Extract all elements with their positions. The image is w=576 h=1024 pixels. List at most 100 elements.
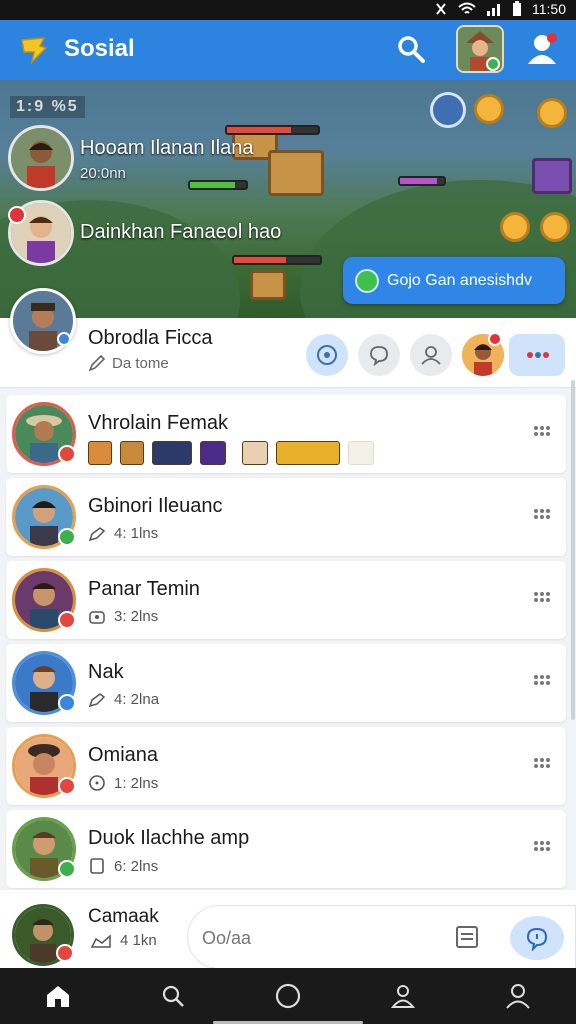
list-item[interactable]: Panar Temin 3: 2lns	[6, 561, 566, 639]
status-badge	[56, 944, 74, 962]
banner-friend-2-name: Dainkhan Fanaeol hao	[80, 221, 282, 243]
clock: 11:50	[532, 1, 566, 17]
device-icon	[90, 858, 104, 874]
more-dots-icon[interactable]	[532, 591, 552, 609]
status-badge	[58, 777, 76, 795]
friend-meta-text: 6: 2lns	[114, 857, 159, 875]
featured-friend-status: Da tome	[88, 354, 169, 372]
home-icon	[46, 986, 69, 1007]
status-bar: 11:50	[0, 0, 576, 20]
more-dots-icon[interactable]	[532, 674, 552, 692]
friend-meta-text: 4 1kn	[120, 932, 157, 949]
wifi-icon	[458, 2, 476, 14]
game-icon	[355, 268, 379, 293]
nav-friends[interactable]	[346, 968, 461, 1024]
more-dots-icon[interactable]	[532, 425, 552, 443]
featured-status-text: Da tome	[112, 354, 169, 372]
status-dot	[57, 332, 71, 346]
friend-name: Camaak	[88, 906, 159, 927]
nav-profile[interactable]	[461, 968, 576, 1024]
status-badge	[58, 611, 76, 629]
list-item[interactable]: Duok Ilachhe amp 6: 2lns	[6, 810, 566, 888]
status-badge	[58, 445, 76, 463]
nav-games[interactable]	[230, 968, 345, 1024]
message-input[interactable]	[202, 924, 432, 952]
friend-meta-text: 3: 2lns	[114, 608, 159, 625]
friend-meta-text: 4: 2lna	[114, 691, 160, 708]
app-header: Sosial	[0, 20, 576, 80]
document-icon[interactable]	[453, 923, 481, 951]
friend-meta: 4: 1lns	[88, 525, 158, 542]
status-badge	[58, 860, 76, 878]
more-dots-icon[interactable]	[532, 840, 552, 858]
game-thumb-icon[interactable]	[200, 441, 226, 465]
banner-friend-1[interactable]	[8, 125, 74, 191]
controller-icon	[90, 933, 111, 948]
nav-home[interactable]	[0, 968, 115, 1024]
friend-name: Vhrolain Femak	[88, 412, 229, 434]
banner-friend-1-status: 20:0nn	[80, 165, 126, 182]
typing-icon	[527, 352, 549, 358]
friend-name: Nak	[88, 661, 124, 683]
nav-search[interactable]	[115, 968, 230, 1024]
signal-icon	[487, 4, 500, 16]
nfc-icon	[436, 3, 446, 15]
circle-icon	[275, 983, 301, 1009]
game-thumb-icon[interactable]	[152, 441, 192, 465]
open-chat-button[interactable]	[509, 334, 565, 376]
friend-meta: 6: 2lns	[88, 857, 158, 875]
friend-meta-text: 1: 2lns	[114, 774, 159, 792]
friend-name: Duok Ilachhe amp	[88, 827, 250, 849]
join-game-button[interactable]: Gojo Gan anesishdv	[343, 257, 565, 304]
online-indicator	[486, 57, 500, 71]
featured-friend-row[interactable]: Obrodla Ficca Da tome	[0, 288, 576, 388]
controller-icon	[89, 610, 105, 624]
game-thumb-icon[interactable]	[88, 441, 112, 465]
bottom-friend-row[interactable]: Camaak 4 1kn	[0, 890, 576, 970]
banner-action-icon[interactable]	[430, 92, 466, 128]
controller-icon	[88, 526, 106, 541]
recent-games	[88, 441, 374, 465]
profile-icon	[506, 984, 531, 1009]
game-thumb-icon[interactable]	[276, 441, 340, 465]
controller-icon	[88, 692, 106, 707]
friend-meta: 1: 2lns	[88, 774, 158, 792]
game-thumb-icon[interactable]	[242, 441, 268, 465]
list-item[interactable]: Omiana 1: 2lns	[6, 727, 566, 805]
search-icon[interactable]	[396, 34, 426, 64]
friend-meta: 3: 2lns	[88, 608, 158, 625]
banner-friend-1-name: Hooam Ilanan Ilana	[80, 137, 254, 159]
friend-meta: 4 1kn	[90, 932, 157, 949]
game-thumb-icon[interactable]	[348, 441, 374, 465]
message-composer	[187, 905, 576, 969]
friend-meta: 4: 2lna	[88, 691, 159, 708]
more-dots-icon[interactable]	[532, 757, 552, 775]
list-item[interactable]: Vhrolain Femak	[6, 395, 566, 473]
list-item[interactable]: Nak 4: 2lna	[6, 644, 566, 722]
bottom-nav	[0, 968, 576, 1024]
friend-meta-text: 4: 1lns	[114, 525, 159, 542]
list-item[interactable]: Gbinori Ileuanc 4: 1lns	[6, 478, 566, 556]
more-dots-icon[interactable]	[532, 508, 552, 526]
target-icon	[317, 345, 337, 365]
app-title: Sosial	[64, 35, 135, 62]
status-badge	[58, 694, 76, 712]
send-button[interactable]	[510, 916, 564, 960]
game-target-button[interactable]	[306, 334, 348, 376]
user-icon	[421, 346, 441, 365]
battery-icon	[513, 1, 521, 16]
profile-icon[interactable]	[526, 32, 558, 66]
pencil-icon	[88, 354, 106, 372]
add-friend-button[interactable]	[410, 334, 452, 376]
scrollbar[interactable]	[571, 380, 575, 720]
featured-friend-name: Obrodla Ficca	[88, 327, 213, 349]
banner-hud: 1:9 %5	[10, 96, 85, 118]
chat-send-icon	[526, 927, 548, 951]
game-thumb-icon[interactable]	[120, 441, 144, 465]
avatar	[8, 125, 74, 191]
app-logo-icon[interactable]	[18, 34, 50, 66]
chat-bubble-icon	[370, 346, 388, 367]
status-badge	[58, 528, 76, 546]
join-game-label: Gojo Gan anesishdv	[387, 271, 532, 289]
message-button[interactable]	[358, 334, 400, 376]
